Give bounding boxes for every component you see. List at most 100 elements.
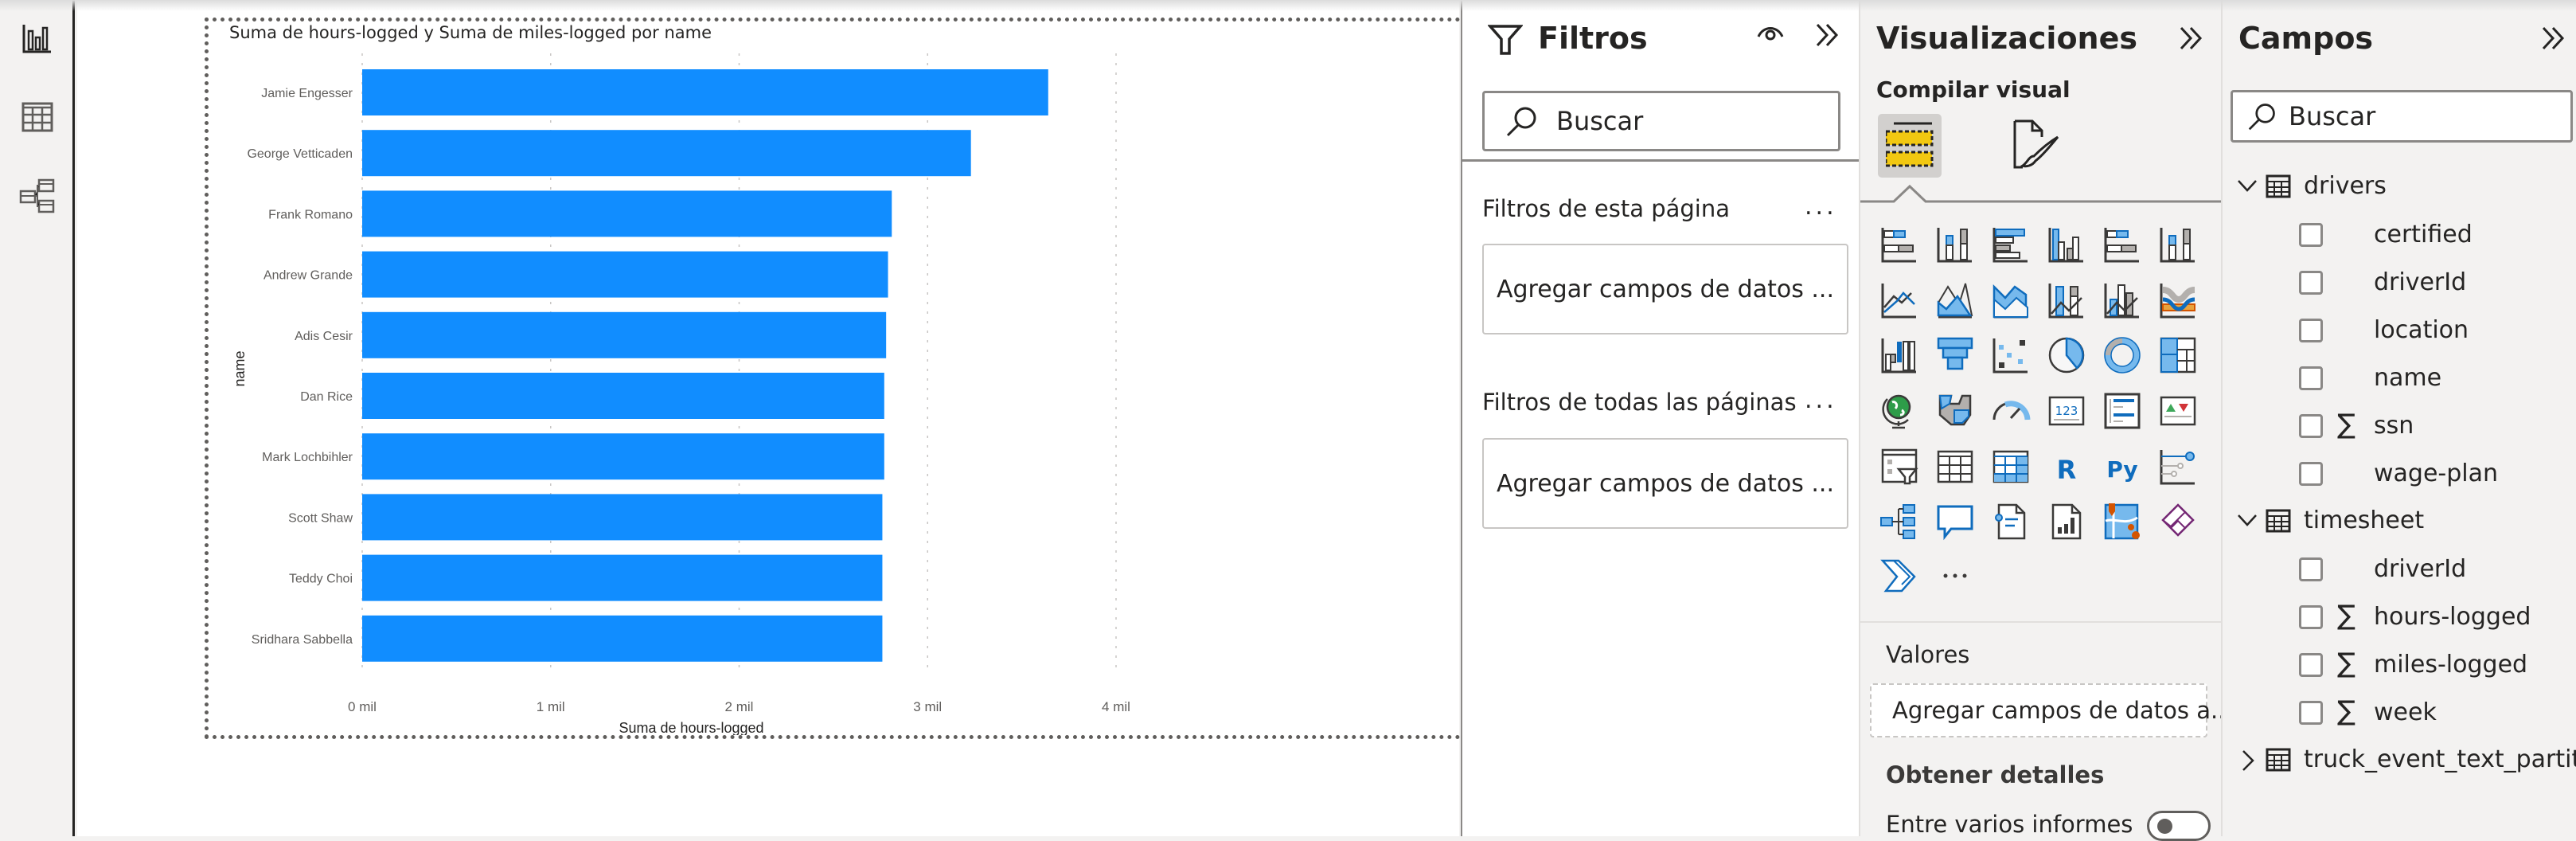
bar[interactable] [362,373,884,419]
field-item[interactable]: certified [2223,213,2576,257]
stacked-bar-chart-button[interactable] [1878,223,1921,266]
table-node[interactable]: truck_event_text_partiti... [2223,738,2576,783]
paginated-report-button[interactable] [2045,500,2088,543]
card-button[interactable]: 123 [2045,389,2088,432]
all-pages-filters-more-button[interactable]: ... [1805,386,1837,414]
field-checkbox[interactable] [2299,462,2323,486]
line-clustered-column-chart-button[interactable] [2101,279,2144,322]
qa-button[interactable] [1934,500,1977,543]
multi-row-card-button[interactable] [2101,389,2144,432]
map-button[interactable] [1878,389,1921,432]
bar[interactable] [362,615,883,662]
azure-map-button[interactable] [2101,500,2144,543]
field-checkbox[interactable] [2299,223,2323,247]
y-category-label: Adis Cesir [295,330,353,343]
field-item[interactable]: name [2223,356,2576,401]
field-item[interactable]: ∑ ssn [2223,404,2576,448]
field-checkbox[interactable] [2299,605,2323,629]
collapse-filters-icon[interactable] [1815,22,1840,48]
smart-narrative-button[interactable] [1989,500,2032,543]
field-item[interactable]: ∑ week [2223,690,2576,735]
cross-report-toggle[interactable] [2147,811,2211,841]
filled-map-button[interactable] [1934,389,1977,432]
waterfall-chart-button[interactable] [1878,334,1921,377]
filters-search-input[interactable]: Buscar [1482,91,1840,151]
100-stacked-column-chart-button[interactable] [2156,223,2199,266]
stacked-column-chart-button[interactable] [1934,223,1977,266]
build-visual-tab[interactable] [1878,114,1942,178]
slicer-button[interactable] [1878,445,1921,488]
line-stacked-column-chart-button[interactable] [2045,279,2088,322]
chevron-down-icon[interactable] [2237,179,2258,194]
bar[interactable] [362,130,971,177]
power-apps-button[interactable] [2156,500,2199,543]
field-item[interactable]: wage-plan [2223,452,2576,496]
matrix-icon [1992,450,2029,483]
more-visuals-button[interactable] [1934,554,1977,597]
visualizations-pane: Visualizaciones Compilar visual 123 R Py V… [1859,0,2233,841]
field-checkbox[interactable] [2299,414,2323,438]
stacked-bar-chart-icon [1881,228,1916,263]
model-view-button[interactable] [14,174,60,220]
field-checkbox[interactable] [2299,653,2323,677]
r-visual-button[interactable]: R [2045,445,2088,488]
chevron-right-icon[interactable] [2242,749,2254,772]
table-button[interactable] [1934,445,1977,488]
bar[interactable] [362,311,887,358]
line-chart-icon [1881,284,1916,319]
bar[interactable] [362,433,884,480]
python-visual-button[interactable]: Py [2101,445,2144,488]
funnel-chart-button[interactable] [1934,334,1977,377]
kpi-button[interactable] [2156,389,2199,432]
field-checkbox[interactable] [2299,271,2323,295]
field-checkbox[interactable] [2299,319,2323,342]
page-filters-drop-zone[interactable]: Agregar campos de datos ... [1482,244,1848,334]
area-chart-button[interactable] [1934,279,1977,322]
bar-chart-visual[interactable]: Suma de hours-logged y Suma de miles-log… [205,18,1485,739]
clustered-column-chart-button[interactable] [2045,223,2088,266]
field-checkbox[interactable] [2299,701,2323,725]
matrix-button[interactable] [1989,445,2032,488]
line-chart-button[interactable] [1878,279,1921,322]
gauge-button[interactable] [1989,389,2032,432]
collapse-visualizations-icon[interactable] [2179,25,2204,51]
data-view-button[interactable] [14,94,60,140]
report-view-button[interactable] [14,16,60,62]
field-item[interactable]: driverId [2223,547,2576,592]
field-item[interactable]: ∑ miles-logged [2223,643,2576,687]
bar[interactable] [362,494,883,541]
collapse-fields-icon[interactable] [2541,25,2566,51]
table-icon [2266,509,2291,533]
stacked-area-chart-button[interactable] [1989,279,2032,322]
format-visual-tab[interactable] [2012,119,2067,175]
clustered-bar-chart-button[interactable] [1989,223,2032,266]
decomposition-tree-button[interactable] [1878,500,1921,543]
field-checkbox[interactable] [2299,366,2323,390]
bar[interactable] [362,251,888,298]
field-checkbox[interactable] [2299,557,2323,581]
field-item[interactable]: ∑ hours-logged [2223,595,2576,640]
chevron-down-icon[interactable] [2237,514,2258,528]
power-automate-button[interactable] [1878,554,1921,597]
page-filters-more-button[interactable]: ... [1805,193,1837,221]
eye-icon[interactable] [1757,24,1784,41]
all-pages-filters-drop-zone[interactable]: Agregar campos de datos ... [1482,438,1848,529]
fields-search-input[interactable]: Buscar [2231,90,2573,143]
table-node[interactable]: timesheet [2223,499,2576,544]
bar[interactable] [362,190,892,237]
field-item[interactable]: location [2223,308,2576,353]
pie-chart-button[interactable] [2045,334,2088,377]
fields-well-icon [1886,122,1934,167]
field-item[interactable]: driverId [2223,260,2576,305]
treemap-button[interactable] [2156,334,2199,377]
donut-chart-button[interactable] [2101,334,2144,377]
bar[interactable] [362,554,883,601]
scatter-chart-button[interactable] [1989,334,2032,377]
table-node[interactable]: drivers [2223,165,2576,209]
values-drop-zone[interactable]: Agregar campos de datos a... [1870,683,2233,737]
ribbon-chart-button[interactable] [2156,279,2199,322]
bar[interactable] [362,69,1048,115]
key-influencers-button[interactable] [2156,445,2199,488]
100-stacked-bar-chart-button[interactable] [2101,223,2144,266]
area-chart-icon [1937,283,1973,319]
